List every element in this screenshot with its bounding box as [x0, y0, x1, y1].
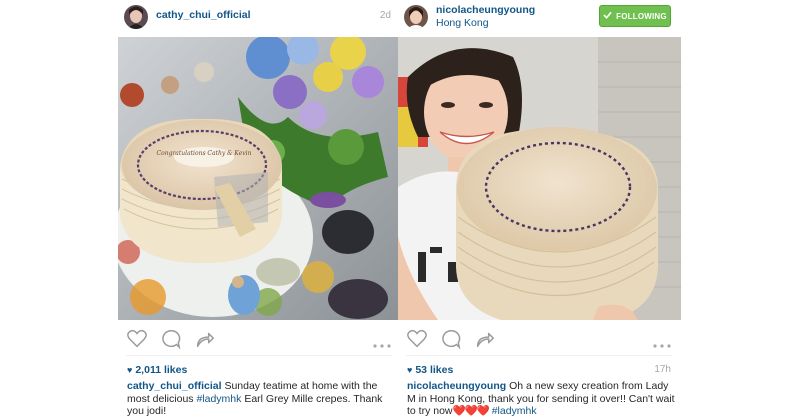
more-options-icon[interactable]: [652, 336, 672, 348]
post-time: 17h: [654, 364, 671, 375]
caption: nicolacheungyoung Oh a new sexy creation…: [407, 380, 675, 418]
post-actions: [126, 328, 396, 350]
comment-icon[interactable]: [160, 328, 182, 350]
heart-icon[interactable]: [126, 328, 148, 350]
like-count-text: 2,011 likes: [135, 364, 188, 376]
like-count[interactable]: ♥ 2,011 likes: [127, 364, 187, 376]
divider: [126, 355, 392, 356]
heart-emoji: ❤️❤️❤️: [452, 405, 490, 417]
divider: [406, 355, 672, 356]
username-link[interactable]: nicolacheungyoung: [436, 4, 535, 16]
comment-icon[interactable]: [440, 328, 462, 350]
post-card-right: nicolacheungyoung Hong Kong FOLLOWING ♥ …: [398, 0, 681, 420]
more-options-icon[interactable]: [372, 336, 392, 348]
hashtag-link[interactable]: #ladymhk: [196, 393, 241, 405]
following-label: FOLLOWING: [616, 11, 667, 21]
caption: cathy_chui_official Sunday teatime at ho…: [127, 380, 395, 418]
post-photo[interactable]: [398, 37, 681, 320]
post-card-left: cathy_chui_official 2d Congratulations C…: [118, 0, 401, 420]
post-header: cathy_chui_official 2d: [118, 0, 401, 36]
post-time: 2d: [379, 10, 391, 21]
following-button[interactable]: FOLLOWING: [599, 5, 671, 27]
avatar[interactable]: [404, 5, 428, 29]
post-photo[interactable]: Congratulations Cathy & Kevin: [118, 37, 401, 320]
heart-icon: ♥: [127, 365, 133, 375]
cake-writing: Congratulations Cathy & Kevin: [157, 150, 252, 157]
avatar[interactable]: [124, 5, 148, 29]
like-count[interactable]: ♥ 53 likes: [407, 364, 453, 376]
check-icon: [603, 11, 612, 21]
caption-username[interactable]: cathy_chui_official: [127, 380, 222, 392]
share-icon[interactable]: [194, 328, 216, 350]
location-link[interactable]: Hong Kong: [436, 17, 489, 29]
post-header: nicolacheungyoung Hong Kong FOLLOWING: [398, 0, 681, 36]
heart-icon[interactable]: [406, 328, 428, 350]
heart-icon: ♥: [407, 365, 413, 375]
post-actions: [406, 328, 676, 350]
username-link[interactable]: cathy_chui_official: [156, 9, 251, 21]
like-count-text: 53 likes: [415, 364, 454, 376]
caption-username[interactable]: nicolacheungyoung: [407, 380, 506, 392]
share-icon[interactable]: [474, 328, 496, 350]
hashtag-link[interactable]: #ladymhk: [492, 405, 537, 417]
